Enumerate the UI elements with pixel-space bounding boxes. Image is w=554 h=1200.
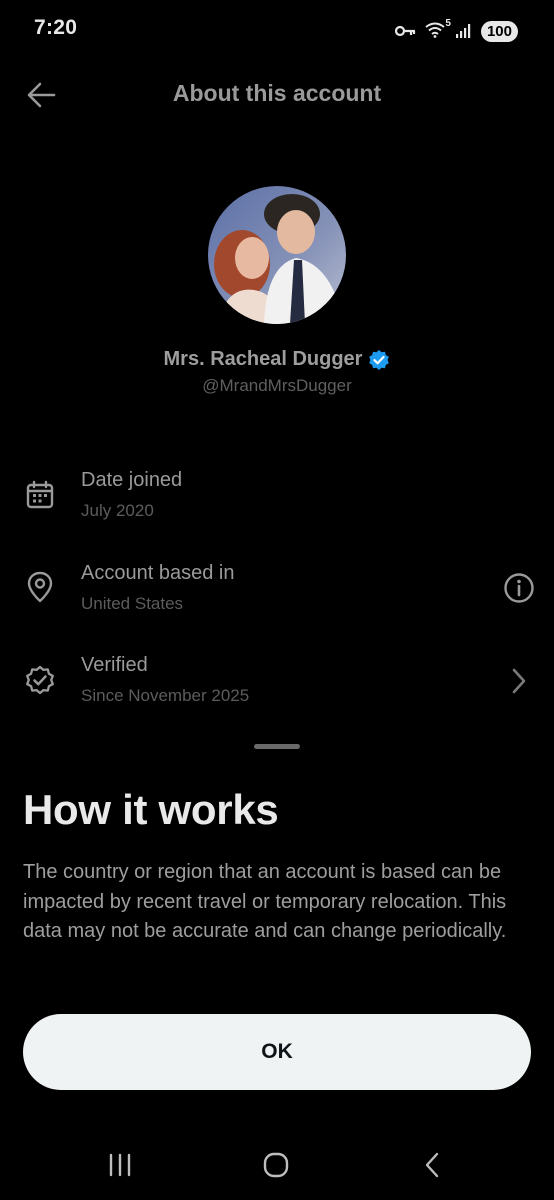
calendar-icon [23,478,57,512]
system-back-button[interactable] [402,1144,462,1186]
network-type: 5 [445,18,451,29]
location-pin-icon [23,570,57,604]
back-icon [425,1152,439,1178]
how-it-works-title: How it works [23,786,279,833]
wifi-icon: 5 [425,18,451,40]
profile-photo [208,186,346,324]
verified-outline-icon [23,664,57,698]
page-title: About this account [172,80,382,106]
ok-button[interactable]: OK [23,1014,531,1090]
signal-icon [455,24,471,38]
recents-button[interactable] [90,1144,150,1186]
profile-handle: @MrandMrsDugger [202,376,352,395]
date-joined-value: July 2020 [81,501,154,520]
sheet-drag-handle[interactable] [254,744,300,749]
date-joined-label: Date joined [81,469,183,491]
how-it-works-body: The country or region that an account is… [23,861,507,942]
account-based-in-value: United States [81,594,184,613]
battery-indicator: 100 [480,20,518,42]
key-icon [394,25,416,37]
home-icon [263,1152,289,1178]
verified-label: Verified [81,654,148,676]
avatar[interactable] [208,186,346,324]
profile-name-row: Mrs. Racheal Dugger [0,348,554,371]
info-icon[interactable] [502,571,536,605]
status-time: 7:20 [34,16,78,39]
chevron-right-icon[interactable] [502,664,536,698]
verified-badge-icon [369,349,390,370]
home-button[interactable] [246,1144,306,1186]
account-based-in-label: Account based in [81,562,235,584]
verified-value: Since November 2025 [81,686,250,705]
profile-name: Mrs. Racheal Dugger [163,348,363,370]
status-icons: 5 100 [394,18,518,42]
recents-icon [109,1153,131,1177]
